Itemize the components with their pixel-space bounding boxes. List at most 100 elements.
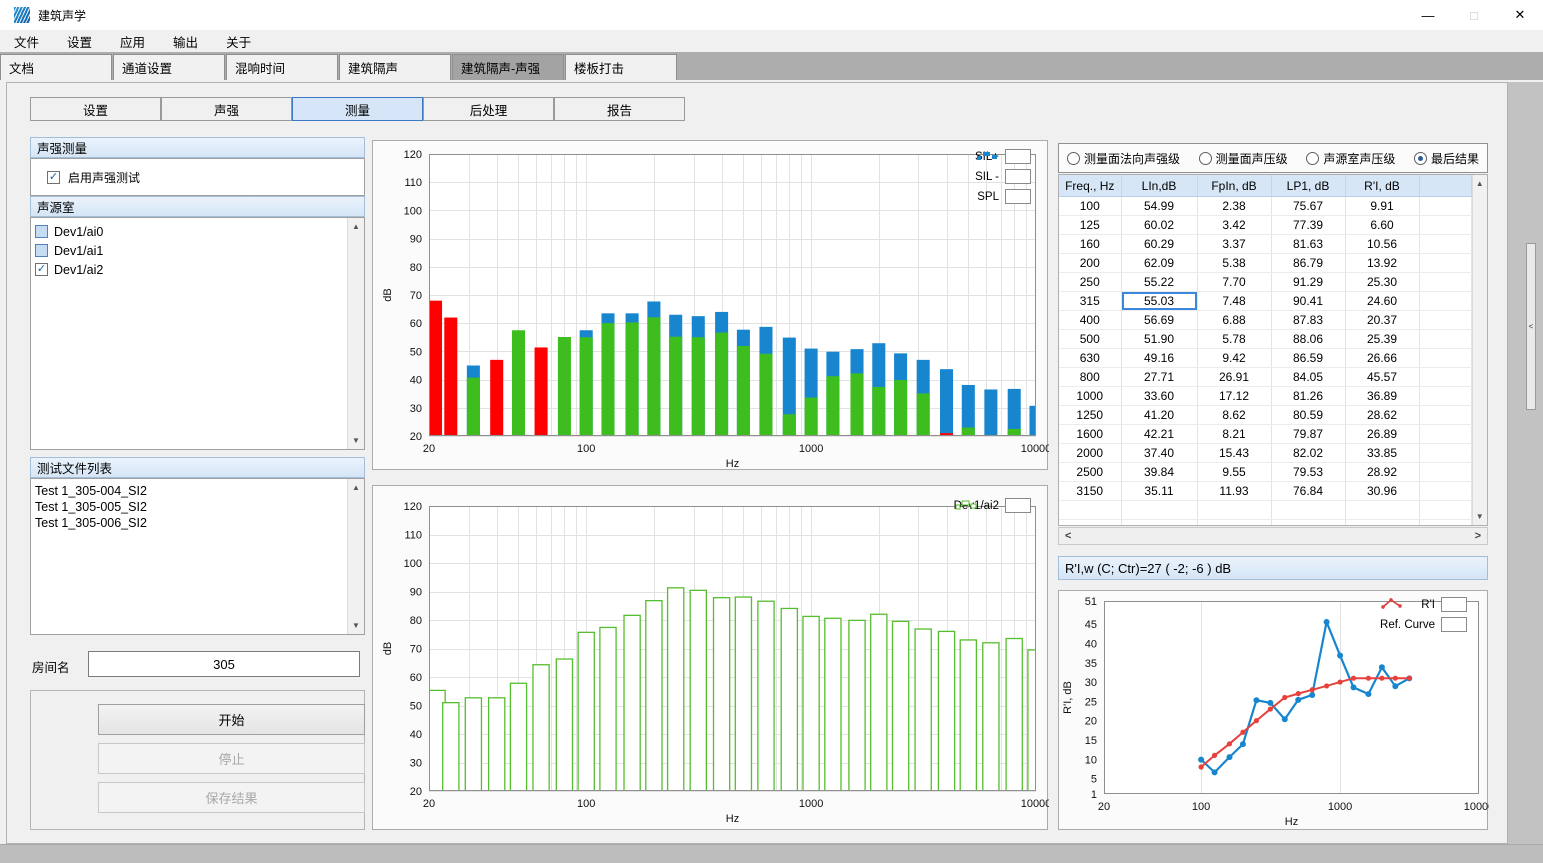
table-cell[interactable] bbox=[1419, 349, 1471, 368]
table-cell[interactable]: 25.39 bbox=[1345, 330, 1419, 349]
subtab[interactable]: 声强 bbox=[161, 97, 292, 121]
table-cell[interactable] bbox=[1345, 501, 1419, 520]
table-cell[interactable] bbox=[1197, 520, 1271, 527]
table-cell[interactable]: 24.60 bbox=[1345, 292, 1419, 311]
table-cell[interactable]: 30.96 bbox=[1345, 482, 1419, 501]
table-cell[interactable]: 400 bbox=[1059, 311, 1121, 330]
menu-item[interactable]: 应用 bbox=[106, 32, 159, 51]
source-room-scrollbar[interactable]: ▲ ▼ bbox=[347, 218, 364, 449]
test-file-scrollbar[interactable]: ▲ ▼ bbox=[347, 479, 364, 634]
subtab[interactable]: 测量 bbox=[292, 97, 423, 121]
table-cell[interactable] bbox=[1271, 501, 1345, 520]
subtab[interactable]: 后处理 bbox=[423, 97, 554, 121]
maximize-button[interactable]: □ bbox=[1451, 0, 1497, 30]
table-cell[interactable]: 84.05 bbox=[1271, 368, 1345, 387]
table-cell[interactable]: 41.20 bbox=[1121, 406, 1197, 425]
table-cell[interactable]: 25.30 bbox=[1345, 273, 1419, 292]
table-cell[interactable]: 87.83 bbox=[1271, 311, 1345, 330]
table-cell[interactable]: 60.29 bbox=[1121, 235, 1197, 254]
main-tab[interactable]: 文档 bbox=[0, 54, 112, 80]
table-cell[interactable]: 33.60 bbox=[1121, 387, 1197, 406]
table-cell[interactable]: 6.88 bbox=[1197, 311, 1271, 330]
menu-item[interactable]: 文件 bbox=[0, 32, 53, 51]
table-cell[interactable] bbox=[1419, 330, 1471, 349]
table-cell[interactable]: 28.92 bbox=[1345, 463, 1419, 482]
table-column-header[interactable] bbox=[1419, 175, 1471, 197]
table-cell[interactable]: 54.99 bbox=[1121, 197, 1197, 216]
menu-item[interactable]: 关于 bbox=[212, 32, 265, 51]
table-cell[interactable]: 36.89 bbox=[1345, 387, 1419, 406]
table-cell[interactable] bbox=[1419, 463, 1471, 482]
table-cell[interactable]: 630 bbox=[1059, 349, 1121, 368]
scroll-right-icon[interactable]: > bbox=[1475, 530, 1481, 542]
radio-icon[interactable] bbox=[1199, 152, 1212, 165]
table-cell[interactable] bbox=[1419, 425, 1471, 444]
table-cell[interactable] bbox=[1419, 292, 1471, 311]
main-tab[interactable]: 建筑隔声-声强 bbox=[452, 54, 564, 80]
test-file-item[interactable]: Test 1_305-005_SI2 bbox=[31, 499, 347, 515]
table-cell[interactable]: 800 bbox=[1059, 368, 1121, 387]
table-cell[interactable]: 13.92 bbox=[1345, 254, 1419, 273]
table-cell[interactable]: 75.67 bbox=[1271, 197, 1345, 216]
table-column-header[interactable]: FpIn, dB bbox=[1197, 175, 1271, 197]
table-cell[interactable]: 62.09 bbox=[1121, 254, 1197, 273]
scroll-down-icon[interactable]: ▼ bbox=[352, 432, 360, 449]
table-cell[interactable] bbox=[1419, 482, 1471, 501]
table-cell[interactable]: 1250 bbox=[1059, 406, 1121, 425]
table-cell[interactable]: 86.79 bbox=[1271, 254, 1345, 273]
table-cell[interactable]: 15.43 bbox=[1197, 444, 1271, 463]
minimize-button[interactable]: — bbox=[1405, 0, 1451, 30]
table-cell[interactable]: 2000 bbox=[1059, 444, 1121, 463]
table-cell[interactable] bbox=[1419, 520, 1471, 527]
table-cell[interactable]: 100 bbox=[1059, 197, 1121, 216]
table-cell[interactable] bbox=[1271, 520, 1345, 527]
table-cell[interactable]: 80.59 bbox=[1271, 406, 1345, 425]
table-cell[interactable]: 27.71 bbox=[1121, 368, 1197, 387]
table-cell[interactable] bbox=[1121, 520, 1197, 527]
channel-checkbox[interactable] bbox=[35, 225, 48, 238]
scroll-down-icon[interactable]: ▼ bbox=[352, 617, 360, 634]
table-cell[interactable]: 125 bbox=[1059, 216, 1121, 235]
table-cell[interactable]: 55.22 bbox=[1121, 273, 1197, 292]
channel-list-item[interactable]: Dev1/ai0 bbox=[31, 222, 347, 241]
table-cell[interactable] bbox=[1121, 501, 1197, 520]
table-cell[interactable]: 3150 bbox=[1059, 482, 1121, 501]
table-cell[interactable]: 10.56 bbox=[1345, 235, 1419, 254]
table-cell[interactable]: 81.63 bbox=[1271, 235, 1345, 254]
table-cell[interactable]: 5.78 bbox=[1197, 330, 1271, 349]
table-column-header[interactable]: Freq., Hz bbox=[1059, 175, 1121, 197]
table-cell[interactable]: 160 bbox=[1059, 235, 1121, 254]
table-cell[interactable]: 33.85 bbox=[1345, 444, 1419, 463]
table-cell[interactable]: 2500 bbox=[1059, 463, 1121, 482]
table-cell[interactable]: 17.12 bbox=[1197, 387, 1271, 406]
table-cell[interactable]: 39.84 bbox=[1121, 463, 1197, 482]
menu-item[interactable]: 输出 bbox=[159, 32, 212, 51]
table-cell[interactable]: 3.37 bbox=[1197, 235, 1271, 254]
table-cell[interactable]: 81.26 bbox=[1271, 387, 1345, 406]
room-name-input[interactable] bbox=[88, 651, 360, 677]
radio-icon[interactable] bbox=[1306, 152, 1319, 165]
table-cell[interactable]: 8.21 bbox=[1197, 425, 1271, 444]
table-cell[interactable]: 250 bbox=[1059, 273, 1121, 292]
table-cell[interactable] bbox=[1197, 501, 1271, 520]
table-cell[interactable]: 56.69 bbox=[1121, 311, 1197, 330]
table-cell[interactable]: 5.38 bbox=[1197, 254, 1271, 273]
table-cell[interactable]: 7.48 bbox=[1197, 292, 1271, 311]
table-cell[interactable]: 45.57 bbox=[1345, 368, 1419, 387]
channel-checkbox[interactable]: ✓ bbox=[35, 263, 48, 276]
table-cell[interactable]: 20.37 bbox=[1345, 311, 1419, 330]
collapse-panel-handle[interactable]: < bbox=[1526, 243, 1536, 410]
table-cell[interactable]: 79.87 bbox=[1271, 425, 1345, 444]
table-vscrollbar[interactable]: ▲ ▼ bbox=[1472, 175, 1488, 525]
table-cell[interactable] bbox=[1419, 368, 1471, 387]
scroll-left-icon[interactable]: < bbox=[1065, 530, 1071, 542]
table-column-header[interactable]: LP1, dB bbox=[1271, 175, 1345, 197]
view-option-radio[interactable]: 测量面声压级 bbox=[1199, 150, 1288, 167]
table-cell[interactable]: 77.39 bbox=[1271, 216, 1345, 235]
radio-icon[interactable] bbox=[1067, 152, 1080, 165]
table-cell[interactable]: 26.89 bbox=[1345, 425, 1419, 444]
table-cell[interactable] bbox=[1419, 254, 1471, 273]
scroll-up-icon[interactable]: ▲ bbox=[352, 479, 360, 496]
table-cell[interactable]: 9.91 bbox=[1345, 197, 1419, 216]
table-cell[interactable]: 35.11 bbox=[1121, 482, 1197, 501]
